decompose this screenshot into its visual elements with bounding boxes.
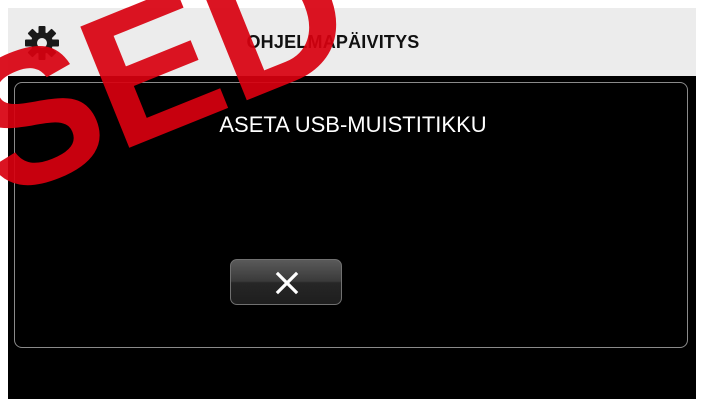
- close-button[interactable]: [230, 259, 342, 305]
- device-screen: OHJELMAPÄIVITYS ASETA USB-MUISTITIKKU: [8, 8, 696, 399]
- dialog-message: ASETA USB-MUISTITIKKU: [219, 112, 487, 137]
- close-icon: [275, 271, 299, 295]
- header-bar: OHJELMAPÄIVITYS: [8, 8, 696, 76]
- page-title: OHJELMAPÄIVITYS: [246, 32, 420, 52]
